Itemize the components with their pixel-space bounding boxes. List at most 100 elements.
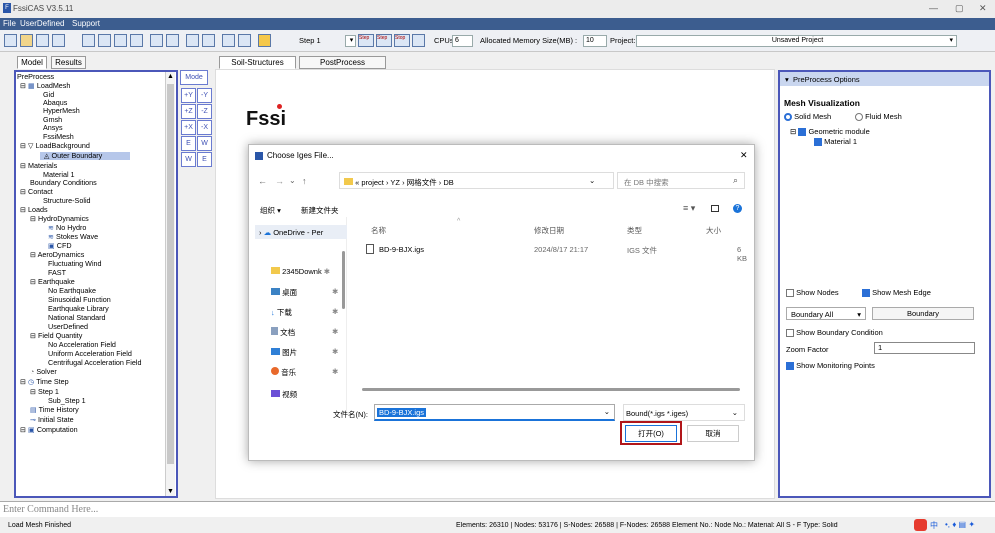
tree-item[interactable]: HyperMesh (43, 107, 80, 115)
view-plus-x-button[interactable]: +X (181, 120, 196, 135)
cpus-input[interactable]: 6 (452, 35, 473, 47)
solid-mesh-radio[interactable]: Solid Mesh (784, 112, 831, 122)
tree-item[interactable]: No Acceleration Field (48, 341, 116, 349)
view-plus-y-button[interactable]: +Y (181, 88, 196, 103)
stop-button[interactable]: Stop (394, 34, 410, 47)
tree-item[interactable]: Earthquake Library (48, 305, 109, 313)
nav-item[interactable]: 音乐 ✱ (271, 367, 338, 378)
filename-dropdown-icon[interactable]: ⌄ (604, 407, 610, 416)
nav-item[interactable]: 桌面 ✱ (271, 287, 338, 298)
tree-item[interactable]: FssiMesh (43, 133, 74, 141)
forward-icon[interactable]: → (275, 176, 284, 186)
view-e2-button[interactable]: E (197, 152, 212, 167)
run-icon[interactable] (412, 34, 425, 47)
nav-item[interactable]: 视频 (271, 389, 297, 400)
save-icon[interactable] (36, 34, 49, 47)
nav-item[interactable]: 2345Downk ✱ (271, 267, 330, 276)
scroll-down-icon[interactable]: ▼ (167, 488, 174, 495)
step-button-2[interactable]: Step (376, 34, 392, 47)
new-icon[interactable] (4, 34, 17, 47)
options-header[interactable]: ▾ PreProcess Options (780, 72, 989, 86)
tree-item[interactable]: ⊟ HydroDynamics (30, 215, 89, 223)
zoom-factor-input[interactable]: 1 (874, 342, 975, 354)
boundary-all-dropdown[interactable]: Boundary All ▾ (786, 307, 866, 320)
menu-userdefined[interactable]: UserDefined (20, 19, 64, 28)
grid-icon-4[interactable] (130, 34, 143, 47)
filetype-dropdown[interactable]: Bound(*.igs *.iges) ⌄ (623, 404, 745, 421)
grid-icon-2[interactable] (98, 34, 111, 47)
tree-item[interactable]: ≋ Stokes Wave (48, 233, 98, 241)
cancel-button[interactable]: 取消 (687, 425, 739, 442)
col-header-type[interactable]: 类型 (627, 225, 642, 236)
preview-pane-icon[interactable] (711, 205, 719, 212)
tree-item[interactable]: ≋ No Hydro (48, 224, 86, 232)
command-input[interactable]: Enter Command Here... (0, 501, 995, 517)
tree-item[interactable]: Uniform Acceleration Field (48, 350, 132, 358)
view-plus-z-button[interactable]: +Z (181, 104, 196, 119)
tab-soil-structures[interactable]: Soil-Structures (219, 56, 296, 69)
view-e-button[interactable]: E (181, 136, 196, 151)
show-nodes-checkbox[interactable]: Show Nodes (786, 288, 839, 298)
organize-menu[interactable]: 组织 ▾ (260, 205, 281, 216)
tree-item[interactable]: ⊸ Initial State (30, 416, 74, 424)
tree-item[interactable]: ⊟ AeroDynamics (30, 251, 84, 259)
tree-item[interactable]: ▣ CFD (48, 242, 72, 250)
tree-item[interactable]: Ansys (43, 124, 63, 132)
nav-scrollbar[interactable] (342, 251, 345, 309)
grid-icon-1[interactable] (82, 34, 95, 47)
view-minus-z-button[interactable]: -Z (197, 104, 212, 119)
bc-icon-1[interactable] (186, 34, 199, 47)
menu-support[interactable]: Support (72, 19, 100, 28)
tree-item[interactable]: ⊟ ▣ Computation (20, 426, 78, 434)
scroll-up-icon[interactable]: ▲ (167, 73, 174, 80)
material-item[interactable]: Material 1 (814, 137, 857, 147)
view-w2-button[interactable]: W (181, 152, 196, 167)
tab-results[interactable]: Results (51, 56, 86, 69)
new-folder-button[interactable]: 新建文件夹 (301, 205, 339, 216)
tree-item[interactable]: ▤ Time History (30, 406, 79, 414)
load-icon[interactable] (166, 34, 179, 47)
col-header-name[interactable]: 名称 (371, 225, 386, 236)
view-minus-x-button[interactable]: -X (197, 120, 212, 135)
minimize-button[interactable]: — (929, 3, 938, 13)
step-dropdown[interactable]: ▾ (345, 35, 356, 47)
tree-item[interactable]: Sinusoidal Function (48, 296, 111, 304)
dialog-close-button[interactable]: ✕ (740, 150, 748, 161)
ime-lang-indicator[interactable]: 中 (930, 520, 938, 531)
tab-postprocess[interactable]: PostProcess (299, 56, 386, 69)
search-box[interactable]: 在 DB 中搜索 ⌕ (617, 172, 745, 189)
tab-model[interactable]: Model (17, 56, 47, 69)
tree-item[interactable]: ⊟ Earthquake (30, 278, 75, 286)
tree-item[interactable]: ⊟ ▽ LoadBackground (20, 142, 90, 150)
tree-item[interactable]: ⊟ Step 1 (30, 388, 59, 396)
tree-scrollbar[interactable]: ▲ ▼ (165, 72, 175, 496)
tree-item[interactable]: PreProcess (17, 73, 54, 81)
tree-item[interactable]: ⊟ Field Quantity (30, 332, 82, 340)
tree-item[interactable]: Sub_Step 1 (48, 397, 86, 405)
step-button-1[interactable]: Step (358, 34, 374, 47)
nav-item[interactable]: 图片 ✱ (271, 347, 338, 358)
history-dropdown-icon[interactable]: ⌄ (289, 176, 296, 185)
show-mesh-edge-checkbox[interactable]: Show Mesh Edge (862, 288, 931, 298)
mat-icon-2[interactable] (238, 34, 251, 47)
memory-input[interactable]: 10 (583, 35, 607, 47)
boundary-icon[interactable] (150, 34, 163, 47)
col-header-size[interactable]: 大小 (706, 225, 721, 236)
close-button[interactable]: ✕ (979, 3, 987, 14)
bc-icon-2[interactable] (202, 34, 215, 47)
color-icon[interactable] (258, 34, 271, 47)
nav-item[interactable]: 文档 ✱ (271, 327, 338, 338)
tree-item[interactable]: ⊟ Loads (20, 206, 48, 214)
mode-button[interactable]: Mode (180, 70, 208, 85)
tree-item[interactable]: FAST (48, 269, 66, 277)
tree-item[interactable]: Structure-Solid (43, 197, 91, 205)
tree-item[interactable]: ◔ Solver (30, 368, 57, 376)
open-icon[interactable] (20, 34, 33, 47)
boundary-button[interactable]: Boundary (872, 307, 974, 320)
tree-item[interactable]: National Standard (48, 314, 106, 322)
tree-item[interactable]: No Earthquake (48, 287, 96, 295)
show-boundary-condition-checkbox[interactable]: Show Boundary Condition (786, 328, 883, 338)
geo-module-item[interactable]: ⊟ Geometric module (790, 127, 870, 137)
back-icon[interactable]: ← (258, 176, 267, 186)
h-scrollbar[interactable] (362, 388, 740, 391)
